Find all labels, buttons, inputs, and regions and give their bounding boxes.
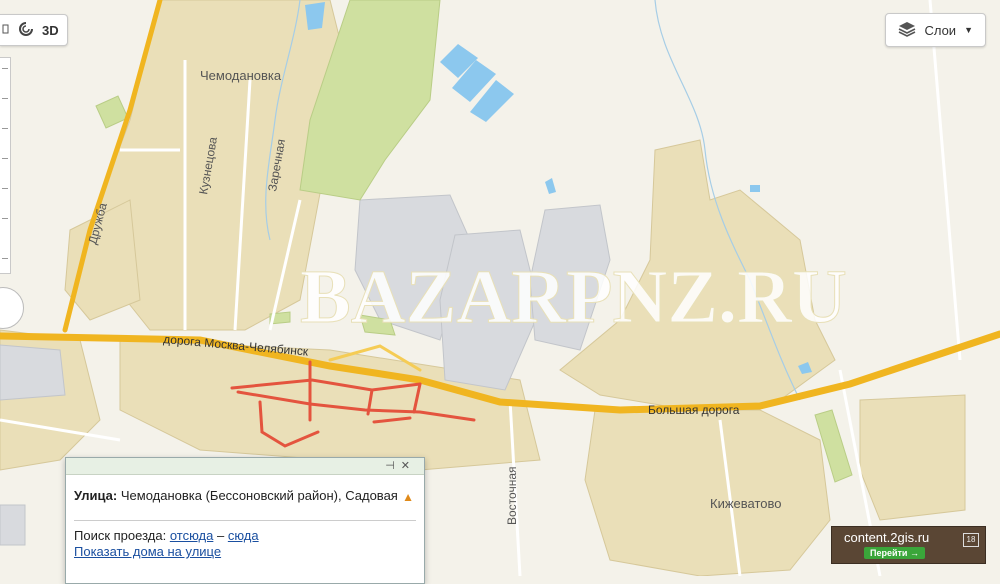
watermark: BAZARPNZ.RU [300,255,847,339]
ad-banner[interactable]: content.2gis.ru Перейти → 18 [831,526,986,564]
street-info-popup: ⊣✕ Улица: Чемодановка (Бессоновский райо… [65,457,425,584]
popup-divider [74,520,416,521]
layers-icon [898,21,916,40]
chevron-down-icon: ▼ [964,25,973,35]
age-badge: 18 [963,533,979,547]
label-chemodanovka: Чемодановка [200,68,282,83]
3d-mode-button[interactable]: 3D [42,23,59,38]
label-vostochnaya: Восточная [505,467,519,526]
layers-label: Слои [924,22,957,38]
ad-cta-button[interactable]: Перейти → [864,547,925,559]
popup-titlebar: ⊣✕ [66,458,424,475]
show-houses-link[interactable]: Показать дома на улице [74,544,221,559]
route-from-link[interactable]: отсюда [170,528,214,543]
map-toolbar: 3D [0,14,68,46]
label-kizhevatovo: Кижеватово [710,496,782,511]
route-dash: – [216,528,225,543]
back-icon[interactable] [2,23,10,38]
rotate-icon[interactable] [18,21,34,40]
street-value: Чемодановка (Бессоновский район), Садова… [120,488,398,503]
zoom-slider[interactable] [0,57,11,274]
label-road-bolshaya: Большая дорога [648,403,740,417]
close-icon[interactable]: ✕ [401,460,416,472]
ad-site: content.2gis.ru [844,530,930,545]
route-to-link[interactable]: сюда [228,528,259,543]
layers-button[interactable]: Слои ▼ [885,13,986,47]
route-label: Поиск проезда: [74,528,167,543]
warning-icon[interactable]: ▲ [402,490,414,504]
pin-icon[interactable]: ⊣ [385,460,401,472]
street-label: Улица: [74,488,118,503]
